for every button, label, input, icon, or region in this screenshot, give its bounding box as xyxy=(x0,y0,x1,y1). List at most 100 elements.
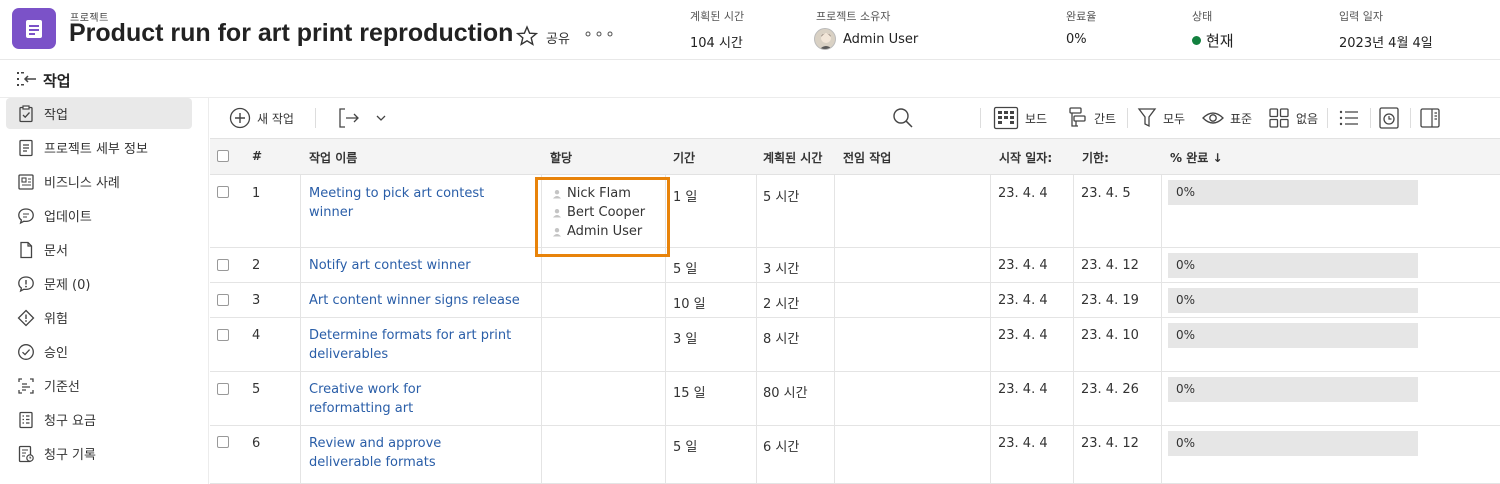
task-name-link[interactable]: Art content winner signs release xyxy=(309,291,539,310)
collapse-sidebar-icon[interactable] xyxy=(16,70,38,88)
table-row[interactable]: 6 Review and approve deliverable formats… xyxy=(210,426,1500,484)
duration-cell[interactable]: 3 일 xyxy=(673,328,697,347)
start-date-cell[interactable]: 23. 4. 4 xyxy=(998,328,1048,343)
percent-complete-bar[interactable]: 0% xyxy=(1168,377,1418,402)
due-date-cell[interactable]: 23. 4. 12 xyxy=(1081,258,1139,273)
start-date-cell[interactable]: 23. 4. 4 xyxy=(998,293,1048,308)
start-date-cell[interactable]: 23. 4. 4 xyxy=(998,436,1048,451)
row-checkbox[interactable] xyxy=(217,436,229,448)
side-panel-button[interactable] xyxy=(1419,104,1447,132)
owner-value[interactable]: Admin User xyxy=(843,32,918,47)
more-options-icon[interactable]: ∘∘∘ xyxy=(583,24,616,43)
sidebar-item-risks[interactable]: 위험 xyxy=(6,302,192,333)
due-date-cell[interactable]: 23. 4. 5 xyxy=(1081,186,1131,201)
planned-hours-cell[interactable]: 8 시간 xyxy=(763,328,799,347)
sidebar-item-project-details[interactable]: 프로젝트 세부 정보 xyxy=(6,132,192,163)
start-date-cell[interactable]: 23. 4. 4 xyxy=(998,258,1048,273)
table-row[interactable]: 4 Determine formats for art print delive… xyxy=(210,318,1500,372)
complete-label: 완료율 xyxy=(1066,10,1097,23)
timeline-button[interactable] xyxy=(1378,104,1406,132)
sidebar-item-label: 프로젝트 세부 정보 xyxy=(44,142,148,157)
entry-date-label: 입력 일자 xyxy=(1339,10,1383,23)
view-button[interactable]: 표준 xyxy=(1202,104,1252,132)
column-assignments[interactable]: 할당 xyxy=(550,149,572,166)
task-name-link[interactable]: Notify art contest winner xyxy=(309,256,514,275)
row-checkbox[interactable] xyxy=(217,383,229,395)
sidebar-item-billing-rates[interactable]: 청구 요금 xyxy=(6,404,192,435)
due-date-cell[interactable]: 23. 4. 26 xyxy=(1081,382,1139,397)
sidebar-item-billing-records[interactable]: 청구 기록 xyxy=(6,438,192,469)
start-date-cell[interactable]: 23. 4. 4 xyxy=(998,382,1048,397)
duration-cell[interactable]: 10 일 xyxy=(673,293,706,312)
percent-complete-bar[interactable]: 0% xyxy=(1168,323,1418,348)
start-date-cell[interactable]: 23. 4. 4 xyxy=(998,186,1048,201)
column-percent-complete[interactable]: % 완료 ↓ xyxy=(1170,149,1223,166)
percent-complete-bar[interactable]: 0% xyxy=(1168,180,1418,205)
sidebar-item-business-case[interactable]: 비즈니스 사례 xyxy=(6,166,192,197)
sidebar-item-baselines[interactable]: 기준선 xyxy=(6,370,192,401)
sidebar-item-updates[interactable]: 업데이트 xyxy=(6,200,192,231)
column-predecessors[interactable]: 전임 작업 xyxy=(843,149,891,166)
duration-cell[interactable]: 15 일 xyxy=(673,382,706,401)
new-task-button[interactable]: 새 작업 xyxy=(229,104,294,132)
duration-cell[interactable]: 5 일 xyxy=(673,258,697,277)
sidebar-item-approvals[interactable]: 승인 xyxy=(6,336,192,367)
planned-hours-cell[interactable]: 80 시간 xyxy=(763,382,808,401)
toolbar-divider xyxy=(1370,108,1371,128)
list-options-button[interactable] xyxy=(1338,104,1366,132)
row-checkbox[interactable] xyxy=(217,186,229,198)
status-value-wrap[interactable]: 현재 xyxy=(1192,30,1234,51)
column-start-date[interactable]: 시작 일자: xyxy=(999,149,1052,166)
board-view-button[interactable]: 보드 xyxy=(993,104,1047,132)
list-icon xyxy=(1339,110,1358,126)
sidebar-item-documents[interactable]: 문서 xyxy=(6,234,192,265)
column-due-date[interactable]: 기한: xyxy=(1082,149,1109,166)
duration-cell[interactable]: 1 일 xyxy=(673,186,697,205)
task-number: 5 xyxy=(252,382,261,397)
planned-hours-cell[interactable]: 2 시간 xyxy=(763,293,799,312)
percent-complete-bar[interactable]: 0% xyxy=(1168,253,1418,278)
share-button[interactable]: 공유 xyxy=(546,28,570,47)
table-row[interactable]: 2 Notify art contest winner 5 일 3 시간 23.… xyxy=(210,248,1500,283)
search-button[interactable] xyxy=(891,104,921,132)
due-date-cell[interactable]: 23. 4. 19 xyxy=(1081,293,1139,308)
due-date-cell[interactable]: 23. 4. 10 xyxy=(1081,328,1139,343)
column-task-name[interactable]: 작업 이름 xyxy=(309,149,357,166)
sidebar-item-label: 청구 기록 xyxy=(44,448,96,463)
favorite-star-icon[interactable] xyxy=(516,25,538,47)
table-row[interactable]: 1 Meeting to pick art contest winner Nic… xyxy=(210,175,1500,248)
percent-complete-bar[interactable]: 0% xyxy=(1168,431,1418,456)
task-name-link[interactable]: Determine formats for art print delivera… xyxy=(309,326,514,364)
page-title: Product run for art print reproduction xyxy=(69,19,514,47)
planned-hours-cell[interactable]: 5 시간 xyxy=(763,186,799,205)
column-planned-hours[interactable]: 계획된 시간 xyxy=(763,149,822,166)
filter-button[interactable]: 모두 xyxy=(1137,104,1185,132)
duration-cell[interactable]: 5 일 xyxy=(673,436,697,455)
task-name-link[interactable]: Creative work for reformatting art xyxy=(309,380,499,418)
sidebar-item-label: 문제 (0) xyxy=(44,278,91,293)
table-row[interactable]: 3 Art content winner signs release 10 일 … xyxy=(210,283,1500,318)
sidebar-item-tasks[interactable]: 작업 xyxy=(6,98,192,129)
toolbar-divider xyxy=(1127,108,1128,128)
row-checkbox[interactable] xyxy=(217,294,229,306)
planned-hours-cell[interactable]: 3 시간 xyxy=(763,258,799,277)
group-button[interactable]: 없음 xyxy=(1268,104,1318,132)
sidebar: 작업 프로젝트 세부 정보 비즈니스 사례 업데이트 문서 문제 (0) 위험 … xyxy=(0,98,209,484)
table-row[interactable]: 5 Creative work for reformatting art 15 … xyxy=(210,372,1500,426)
move-menu-button[interactable] xyxy=(338,104,394,132)
chevron-down-icon xyxy=(376,115,386,121)
view-label: 표준 xyxy=(1230,111,1253,126)
select-all-checkbox[interactable] xyxy=(217,150,229,162)
due-date-cell[interactable]: 23. 4. 12 xyxy=(1081,436,1139,451)
task-name-link[interactable]: Review and approve deliverable formats xyxy=(309,434,514,472)
owner-avatar[interactable] xyxy=(814,28,836,50)
percent-complete-bar[interactable]: 0% xyxy=(1168,288,1418,313)
planned-hours-cell[interactable]: 6 시간 xyxy=(763,436,799,455)
sidebar-item-issues[interactable]: 문제 (0) xyxy=(6,268,192,299)
gantt-view-button[interactable]: 간트 xyxy=(1068,104,1116,132)
row-checkbox[interactable] xyxy=(217,329,229,341)
column-duration[interactable]: 기간 xyxy=(673,149,695,166)
row-checkbox[interactable] xyxy=(217,259,229,271)
column-number[interactable]: # xyxy=(252,149,262,163)
task-name-link[interactable]: Meeting to pick art contest winner xyxy=(309,184,514,222)
